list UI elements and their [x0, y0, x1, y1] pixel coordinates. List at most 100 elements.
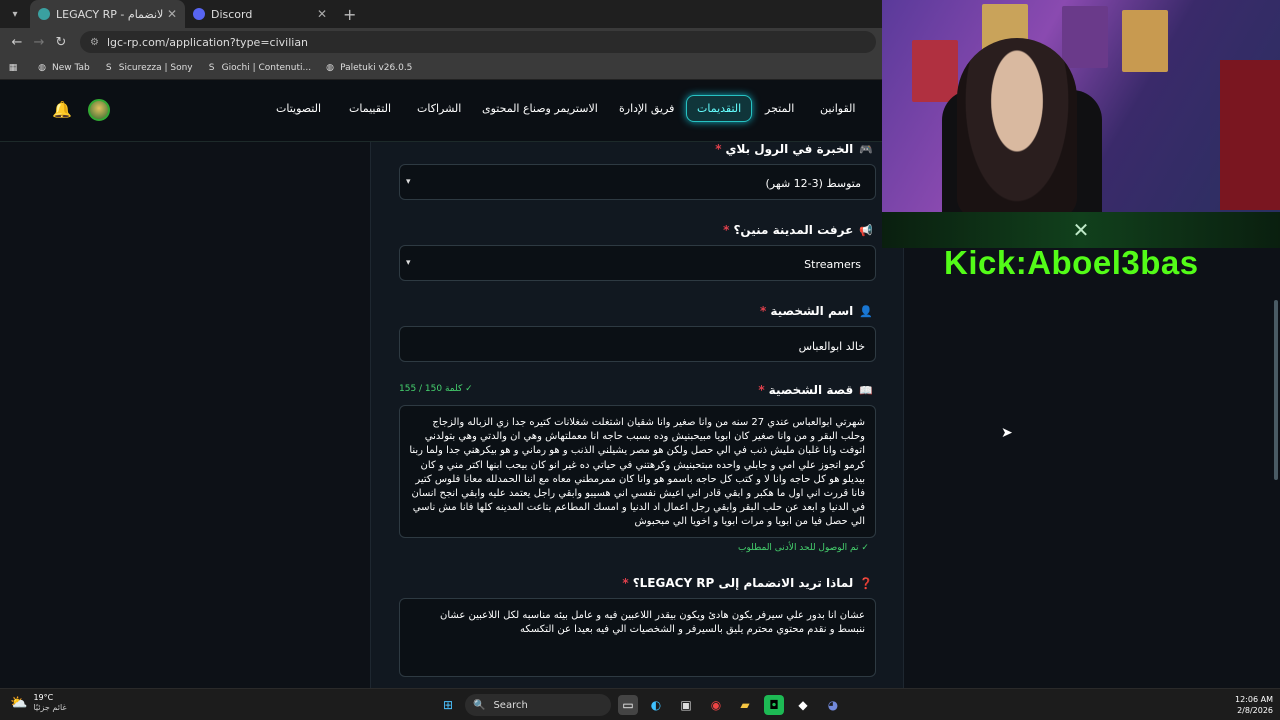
- why-join-label: ❓لماذا تريد الانضمام إلى LEGACY RP؟*: [622, 576, 873, 590]
- sony-icon: S: [208, 62, 215, 73]
- label-text: قصة الشخصية: [768, 383, 854, 397]
- discord-favicon-icon: [193, 8, 205, 20]
- select-value: Streamers: [804, 258, 861, 271]
- site-info-icon[interactable]: ⚙: [90, 37, 99, 48]
- nav-store[interactable]: المتجر: [765, 102, 794, 115]
- globe-icon: ◍: [326, 62, 334, 73]
- forward-icon[interactable]: →: [28, 35, 50, 50]
- bookmarks-bar: ▦ ◍ New Tab S Sicurezza | Sony S Giochi | C…: [0, 56, 882, 80]
- close-icon[interactable]: ✕: [317, 7, 327, 21]
- nav-rules[interactable]: القوانين: [820, 102, 855, 115]
- question-icon: ❓: [859, 577, 873, 590]
- site-navbar: 🔔 القوانين المتجر التقديمات فريق الإدارة…: [0, 80, 882, 142]
- select-value: متوسط (3-12 شهر): [765, 177, 861, 190]
- megaphone-icon: 📢: [859, 224, 873, 237]
- webcam-overlay: [882, 0, 1280, 218]
- why-join-text: عشان انا بدور علي سيرفر يكون هادئ ويكون …: [440, 610, 865, 635]
- globe-icon: ◍: [38, 62, 46, 73]
- bookmark-giochi[interactable]: S Giochi | Contenuti...: [207, 63, 311, 73]
- nav-votes[interactable]: التصويتات: [276, 102, 321, 115]
- tab-title: Discord: [211, 7, 253, 21]
- windows-start-icon[interactable]: ⊞: [438, 695, 458, 715]
- jersey-image: [1220, 60, 1280, 210]
- browser-tabstrip: ▾ LEGACY RP - تقديم طلب الانضمام ✕ Disco…: [0, 0, 882, 28]
- taskbar-search[interactable]: 🔍 Search: [465, 694, 611, 716]
- sony-icon: S: [105, 62, 112, 73]
- task-view-icon[interactable]: ▭: [618, 695, 638, 715]
- bookmark-label: Giochi | Contenuti...: [221, 62, 312, 73]
- x-logo-icon: ✕: [1072, 218, 1090, 242]
- source-label: 📢عرفت المدينة منين؟*: [723, 223, 873, 237]
- experience-label: 🎮الخبرة في الرول بلاي*: [715, 142, 873, 156]
- bell-icon[interactable]: 🔔: [52, 100, 72, 120]
- bookmark-label: New Tab: [52, 62, 90, 73]
- nav-partnerships[interactable]: الشراكات: [417, 102, 461, 115]
- new-tab-icon[interactable]: +: [343, 5, 356, 24]
- nav-applications[interactable]: التقديمات: [686, 95, 753, 122]
- reload-icon[interactable]: ↻: [50, 35, 72, 50]
- address-bar-row: ← → ↻ ⚙ lgc-rp.com/application?type=civi…: [0, 28, 882, 56]
- webcam-frame: ✕: [882, 212, 1280, 248]
- story-text: شهرتي ابوالعباس عندي 27 سنه من وانا صغير…: [409, 417, 865, 528]
- url-field[interactable]: ⚙ lgc-rp.com/application?type=civilian: [80, 31, 876, 53]
- chrome-icon[interactable]: ◉: [706, 695, 726, 715]
- bookmark-sony[interactable]: S Sicurezza | Sony: [104, 63, 193, 73]
- character-name-input[interactable]: خالد ابوالعباس: [399, 326, 876, 362]
- label-text: اسم الشخصية: [770, 304, 854, 318]
- nav-reviews[interactable]: التقييمات: [349, 102, 391, 115]
- legacy-favicon-icon: [38, 8, 50, 20]
- poster-image: [912, 40, 958, 102]
- edge-icon[interactable]: ◐: [646, 695, 666, 715]
- tab-search-icon[interactable]: ▾: [4, 3, 26, 25]
- weather-temp: 19°C: [33, 693, 54, 702]
- story-label: 📖قصة الشخصية*: [758, 383, 873, 397]
- discord-icon[interactable]: ◕: [823, 695, 843, 715]
- bookmark-label: Paletuki v26.0.5: [340, 62, 413, 73]
- bookmark-new-tab[interactable]: ◍ New Tab: [37, 63, 90, 73]
- nav-admin-team[interactable]: فريق الإدارة: [619, 102, 674, 115]
- min-reached-note: ✓ تم الوصول للحد الأدنى المطلوب: [738, 543, 869, 553]
- close-icon[interactable]: ✕: [167, 7, 177, 21]
- clock-date: 2/8/2026: [1237, 706, 1273, 715]
- tab-legacy-rp[interactable]: LEGACY RP - تقديم طلب الانضمام ✕: [30, 0, 185, 28]
- page-scrollbar[interactable]: [1274, 300, 1278, 480]
- weather-condition: غائم جزئيًا: [33, 703, 67, 712]
- why-join-textarea[interactable]: عشان انا بدور علي سيرفر يكون هادئ ويكون …: [399, 598, 876, 677]
- bookmark-label: Sicurezza | Sony: [118, 62, 193, 73]
- folder-icon[interactable]: ▰: [735, 695, 755, 715]
- apps-icon[interactable]: ▦: [8, 63, 23, 73]
- back-icon[interactable]: ←: [6, 35, 28, 50]
- book-icon: 📖: [859, 384, 873, 397]
- kick-handle: Kick:Aboel3bas: [944, 244, 1199, 281]
- avatar[interactable]: [88, 99, 110, 121]
- tab-discord[interactable]: Discord ✕: [185, 0, 335, 28]
- app-icon[interactable]: ◆: [793, 695, 813, 715]
- taskbar: ⛅ 19°C غائم جزئيًا ⊞ 🔍 Search ▭ ◐ ▣ ◉ ▰ …: [0, 688, 1280, 720]
- streamer-image: [957, 38, 1077, 218]
- experience-select[interactable]: متوسط (3-12 شهر) ▾: [399, 164, 876, 200]
- application-form: 🎮الخبرة في الرول بلاي* متوسط (3-12 شهر) …: [370, 142, 904, 688]
- input-value: خالد ابوالعباس: [798, 340, 865, 353]
- tab-title: LEGACY RP - تقديم طلب الانضمام: [56, 7, 163, 21]
- label-text: لماذا تريد الانضمام إلى LEGACY RP؟: [632, 576, 854, 590]
- label-text: عرفت المدينة منين؟: [733, 223, 854, 237]
- system-clock[interactable]: 12:06 AM 2/8/2026: [1225, 694, 1273, 716]
- app-icon[interactable]: ◘: [764, 695, 784, 715]
- source-select[interactable]: Streamers ▾: [399, 245, 876, 281]
- bookmark-paletuki[interactable]: ◍ Paletuki v26.0.5: [325, 63, 412, 73]
- weather-widget[interactable]: ⛅ 19°C غائم جزئيًا: [10, 693, 67, 713]
- url-text: lgc-rp.com/application?type=civilian: [106, 35, 309, 49]
- poster-image: [1122, 10, 1168, 72]
- search-label: Search: [493, 699, 528, 711]
- screen: ▾ LEGACY RP - تقديم طلب الانضمام ✕ Disco…: [0, 0, 1280, 720]
- gamepad-icon: 🎮: [859, 143, 873, 156]
- word-count: 155 / 150 كلمة ✓: [399, 384, 473, 394]
- clock-time: 12:06 AM: [1235, 695, 1273, 704]
- partly-cloudy-icon: ⛅: [10, 695, 28, 711]
- story-textarea[interactable]: شهرتي ابوالعباس عندي 27 سنه من وانا صغير…: [399, 405, 876, 538]
- chevron-down-icon: ▾: [406, 258, 411, 268]
- search-icon: 🔍: [473, 699, 486, 711]
- store-icon[interactable]: ▣: [676, 695, 696, 715]
- label-text: الخبرة في الرول بلاي: [725, 142, 854, 156]
- nav-streamers[interactable]: الاستريمر وصناع المحتوى: [482, 102, 598, 115]
